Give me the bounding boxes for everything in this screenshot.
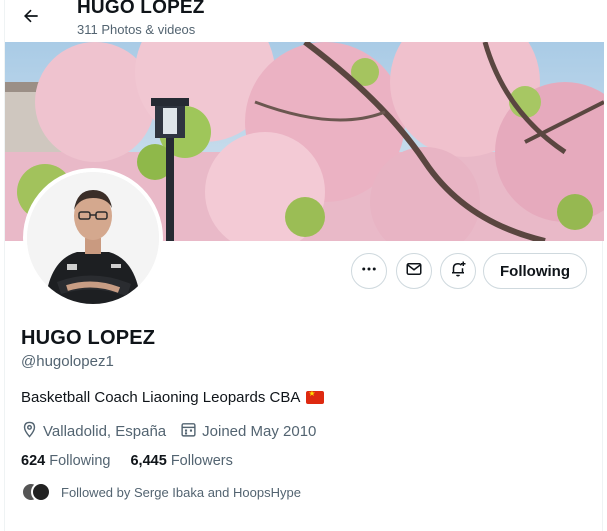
arrow-left-icon [21, 6, 41, 31]
china-flag-icon [306, 389, 325, 404]
header-subtitle[interactable]: 311 Photos & videos [77, 22, 195, 37]
following-button[interactable]: Following [483, 253, 587, 289]
more-button[interactable] [351, 253, 387, 289]
followers-count: 6,445 [130, 453, 167, 469]
followed-by-text: Followed by Serge Ibaka and HoopsHype [61, 484, 301, 500]
join-date: Joined May 2010 [180, 421, 316, 442]
location-pin-icon [21, 421, 38, 442]
location: Valladolid, España [21, 421, 166, 442]
followers-link[interactable]: 6,445 Followers [130, 453, 232, 469]
followed-by-avatars [21, 482, 51, 502]
bio-text: Basketball Coach Liaoning Leopards CBA [21, 389, 301, 406]
profile-page: HUGO LOPEZ 311 Photos & videos Following… [4, 0, 604, 531]
following-label: Following [49, 453, 111, 469]
following-count: 624 [21, 453, 46, 469]
notifications-button[interactable] [440, 253, 476, 289]
profile-meta: Valladolid, España Joined May 2010 [21, 421, 330, 442]
back-button[interactable] [17, 4, 45, 32]
followed-by[interactable]: Followed by Serge Ibaka and HoopsHype [21, 482, 301, 502]
followers-label: Followers [170, 453, 233, 469]
location-text: Valladolid, España [43, 423, 167, 440]
following-link[interactable]: 624 Following [21, 453, 110, 469]
more-horizontal-icon [360, 260, 378, 283]
profile-bio: Basketball Coach Liaoning Leopards CBA [21, 389, 325, 406]
header-title: HUGO LOPEZ [77, 0, 205, 18]
calendar-icon [180, 421, 197, 442]
envelope-icon [405, 260, 423, 283]
profile-handle: @hugolopez1 [21, 353, 114, 370]
message-button[interactable] [396, 253, 432, 289]
profile-name: HUGO LOPEZ [21, 327, 156, 349]
profile-avatar[interactable] [23, 168, 163, 308]
avatar [31, 482, 51, 502]
follow-stats: 624 Following 6,445 Followers [21, 453, 253, 469]
top-bar: HUGO LOPEZ 311 Photos & videos [5, 0, 604, 42]
join-date-text: Joined May 2010 [202, 423, 317, 440]
bell-plus-icon [449, 260, 467, 283]
